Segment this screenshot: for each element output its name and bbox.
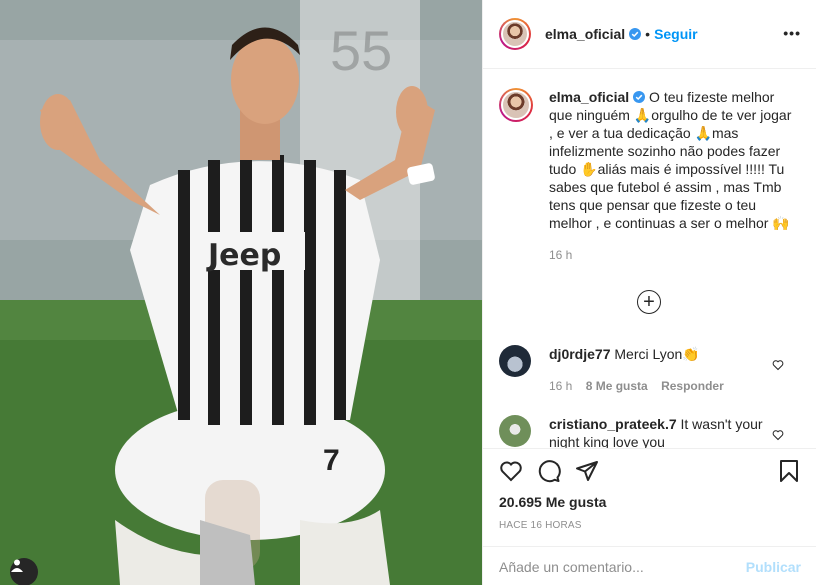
- shorts-number: 7: [323, 444, 340, 477]
- verified-icon: [633, 91, 646, 103]
- caption-avatar[interactable]: [499, 88, 533, 122]
- comment-item: dj0rdje77 Merci Lyon👏 16 h 8 Me gusta Re…: [499, 345, 804, 395]
- action-icons: [499, 459, 801, 485]
- reply-button[interactable]: Responder: [661, 379, 724, 393]
- author-username[interactable]: elma_oficial: [545, 26, 625, 42]
- caption-text: O teu fizeste melhor que ninguém 🙏orgulh…: [549, 89, 792, 231]
- comment-composer: Publicar: [483, 546, 816, 585]
- caption-time[interactable]: 16 h: [549, 246, 799, 264]
- instagram-post: 55 Jeep 7 elma_oficial • Seguir ••• elma…: [0, 0, 816, 585]
- comment-username[interactable]: dj0rdje77: [549, 346, 610, 362]
- player-illustration: 55 Jeep 7: [0, 0, 482, 585]
- comment-icon[interactable]: [537, 459, 561, 483]
- comment-body: dj0rdje77 Merci Lyon👏 16 h 8 Me gusta Re…: [549, 345, 779, 395]
- plus-circle-icon[interactable]: +: [637, 290, 661, 314]
- comment-text: Merci Lyon👏: [610, 346, 700, 362]
- actions-section: 20.695 Me gusta HACE 16 HORAS Publicar: [483, 448, 816, 585]
- post-timestamp[interactable]: HACE 16 HORAS: [499, 520, 582, 531]
- share-icon[interactable]: [575, 459, 599, 483]
- comment-input[interactable]: [499, 558, 746, 575]
- comment-body: cristiano_prateek.7 It wasn't your night…: [549, 415, 779, 448]
- heart-icon[interactable]: [772, 429, 784, 441]
- post-header: elma_oficial • Seguir •••: [483, 0, 816, 69]
- publish-button[interactable]: Publicar: [746, 559, 801, 575]
- comment-time[interactable]: 16 h: [549, 379, 572, 393]
- comment-avatar[interactable]: [499, 415, 531, 447]
- author-avatar[interactable]: [499, 18, 531, 50]
- comments-section[interactable]: elma_oficial O teu fizeste melhor que ni…: [483, 70, 816, 448]
- comment-item: cristiano_prateek.7 It wasn't your night…: [499, 415, 804, 448]
- heart-icon[interactable]: [499, 459, 523, 483]
- caption: elma_oficial O teu fizeste melhor que ni…: [499, 88, 804, 264]
- more-options-icon[interactable]: •••: [783, 25, 801, 41]
- comment-meta: 16 h 8 Me gusta Responder: [549, 377, 779, 395]
- likes-count[interactable]: 20.695 Me gusta: [499, 494, 606, 510]
- follow-button[interactable]: Seguir: [654, 26, 698, 42]
- separator-dot: •: [645, 26, 651, 42]
- bookmark-icon[interactable]: [777, 459, 801, 483]
- caption-username[interactable]: elma_oficial: [549, 89, 629, 105]
- caption-body: elma_oficial O teu fizeste melhor que ni…: [549, 88, 799, 264]
- tag-user-icon[interactable]: [10, 558, 38, 585]
- post-panel: elma_oficial • Seguir ••• elma_oficial O…: [482, 0, 816, 585]
- verified-icon: [629, 28, 642, 40]
- comment-avatar[interactable]: [499, 345, 531, 377]
- comment-likes[interactable]: 8 Me gusta: [586, 379, 648, 393]
- background-number: 55: [330, 19, 392, 82]
- sponsor-logo: Jeep: [206, 238, 281, 273]
- heart-icon[interactable]: [772, 359, 784, 371]
- post-photo[interactable]: 55 Jeep 7: [0, 0, 482, 585]
- comment-username[interactable]: cristiano_prateek.7: [549, 416, 677, 432]
